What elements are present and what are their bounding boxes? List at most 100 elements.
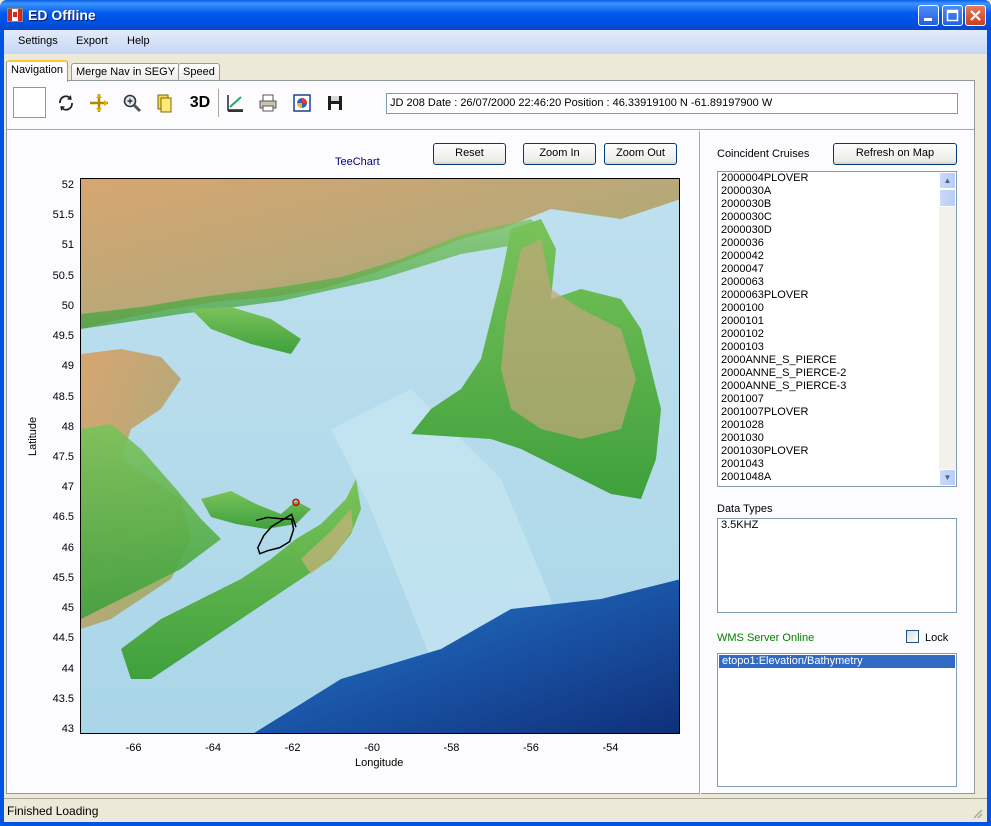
ship-track-line [255,513,297,555]
list-item[interactable]: 2001048A [718,471,956,484]
y-axis-label: Latitude [27,416,39,456]
refresh-button[interactable] [54,91,78,115]
cruises-list[interactable]: 2000004PLOVER 2000030A 2000030B 2000030C 200… [717,171,957,487]
maximize-icon [946,9,959,22]
status-text: Finished Loading [7,804,99,818]
window-title: ED Offline [28,7,96,23]
chart-edit-icon [227,95,243,112]
list-item[interactable]: 2000030A [718,185,956,198]
wms-status-label: WMS Server Online [717,632,815,644]
y-tick-label: 50 [61,299,74,312]
list-item[interactable]: 2000004PLOVER [718,172,956,185]
y-tick-label: 47 [61,481,74,494]
cruise-rows: 2000004PLOVER 2000030A 2000030B 2000030C 200… [718,172,956,484]
zoom-button[interactable] [120,91,144,115]
y-tick-label: 45 [61,602,74,615]
list-item[interactable]: 2000030D [718,224,956,237]
list-item[interactable]: 2000ANNE_S_PIERCE-2 [718,367,956,380]
data-types-label: Data Types [717,503,773,515]
scroll-down-icon[interactable]: ▼ [939,469,956,486]
list-item[interactable]: 2000101 [718,315,956,328]
y-tick-label: 49.5 [52,330,74,343]
zoom-in-button[interactable]: Zoom In [523,143,596,165]
tab-navigation[interactable]: Navigation [6,60,68,82]
panel-divider [699,131,701,795]
save-button[interactable] [323,91,347,115]
y-tick-label: 47.5 [52,451,74,463]
list-item[interactable]: 2000ANNE_S_PIERCE [718,354,956,367]
list-item[interactable]: 2001030PLOVER [718,445,956,458]
chart-edit-button[interactable] [223,91,247,115]
minimize-button[interactable] [918,5,939,26]
y-tick-label: 50.5 [52,269,74,282]
x-tick-label: -56 [523,742,539,754]
list-item[interactable]: 2000102 [718,328,956,341]
list-item[interactable]: 2001028 [718,419,956,432]
list-item[interactable]: 3.5KHZ [718,519,956,532]
color-swatch-button[interactable] [13,87,46,118]
list-item[interactable]: 2001007 [718,393,956,406]
x-axis-label: Longitude [355,757,404,769]
menu-settings[interactable]: Settings [18,35,58,47]
layer-button[interactable] [153,91,177,115]
x-tick-label: -66 [125,742,142,754]
refresh-icon [59,95,73,111]
menu-export[interactable]: Export [76,35,108,47]
reset-button[interactable]: Reset [433,143,506,165]
menu-help[interactable]: Help [127,35,150,47]
list-item[interactable]: 2000047 [718,263,956,276]
tab-merge-nav[interactable]: Merge Nav in SEGY [71,63,181,81]
cruises-scrollbar[interactable]: ▲ ▼ [939,172,956,486]
zoom-out-button[interactable]: Zoom Out [604,143,677,165]
lock-checkbox[interactable] [906,630,919,643]
client-area: Settings Export Help Navigation Merge Na… [4,30,987,822]
list-item[interactable]: 2000063PLOVER [718,289,956,302]
minimize-icon [924,18,932,21]
list-item[interactable]: 2000ANNE_S_PIERCE-3 [718,380,956,393]
track-layer [255,498,300,555]
list-item[interactable]: 2000030B [718,198,956,211]
list-item[interactable]: 2001007PLOVER [718,406,956,419]
current-position-marker [292,498,300,507]
toolbar-divider [7,129,974,131]
list-item[interactable]: 2001043 [718,458,956,471]
navigation-panel: 3D JD 208 Date : 26/07/2000 22:46:20 Pos… [6,80,975,795]
close-button[interactable] [965,5,986,26]
list-item[interactable]: 2000036 [718,237,956,250]
refresh-on-map-button[interactable]: Refresh on Map [833,143,957,165]
resize-grip-icon[interactable] [972,808,984,820]
list-item[interactable]: 2000100 [718,302,956,315]
y-tick-label: 46.5 [52,511,74,524]
maximize-button[interactable] [942,5,963,26]
tab-strip: Navigation Merge Nav in SEGY Speed [4,60,987,82]
list-item-selected[interactable]: etopo1:Elevation/Bathymetry [719,655,955,668]
scroll-up-icon[interactable]: ▲ [939,172,956,189]
y-tick-label: 45.5 [52,571,74,584]
export-image-icon [293,94,311,112]
tab-speed[interactable]: Speed [178,63,220,81]
data-types-list[interactable]: 3.5KHZ [717,518,957,613]
3d-button[interactable]: 3D [187,91,213,115]
title-bar[interactable]: ED Offline [0,0,991,30]
print-icon [259,94,277,112]
scroll-thumb[interactable] [939,189,956,207]
list-item[interactable]: 2000103 [718,341,956,354]
wms-layer-list[interactable]: etopo1:Elevation/Bathymetry [717,653,957,787]
x-tick-label: -58 [443,742,460,754]
export-image-button[interactable] [290,91,314,115]
status-bar: Finished Loading [4,798,987,822]
y-tick-label: 44 [61,662,74,675]
pan-button[interactable] [87,91,111,115]
list-item[interactable]: 2001030 [718,432,956,445]
list-item[interactable]: 2000030C [718,211,956,224]
list-item[interactable]: 2000042 [718,250,956,263]
list-item[interactable]: 2000063 [718,276,956,289]
chart-title: TeeChart [335,156,380,168]
print-button[interactable] [256,91,280,115]
y-tick-label: 46 [61,541,74,554]
app-window: ED Offline Settings Export Help Navigati… [0,0,991,826]
x-tick-label: -64 [205,742,222,754]
y-tick-label: 52 [61,179,74,192]
y-tick-label: 51.5 [52,209,74,222]
bathymetry-map[interactable] [80,178,680,734]
